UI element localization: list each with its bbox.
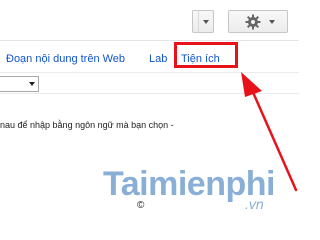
tab-web-clips[interactable]: Đoạn nội dung trên Web [6, 52, 125, 66]
toolbar-divider [0, 40, 299, 41]
settings-button[interactable] [228, 10, 288, 33]
settings-page: ê Đoạn nội dung trên Web Lab Tiện ích [0, 0, 299, 220]
language-select[interactable] [0, 76, 39, 92]
chevron-down-icon [203, 20, 209, 24]
chevron-down-icon [29, 82, 35, 86]
highlight-box [174, 42, 238, 68]
input-tools-dropdown[interactable] [198, 10, 214, 33]
tab-labs[interactable]: Lab [149, 52, 167, 66]
setting-description: nau để nhập bằng ngôn ngữ mà bạn chọn - [0, 120, 174, 130]
watermark-suffix: .vn [245, 196, 264, 212]
section-divider [0, 93, 299, 94]
gear-icon [245, 14, 261, 30]
chevron-down-icon [269, 20, 275, 24]
copyright-mark: © [137, 200, 145, 211]
tab-underline [0, 72, 299, 73]
